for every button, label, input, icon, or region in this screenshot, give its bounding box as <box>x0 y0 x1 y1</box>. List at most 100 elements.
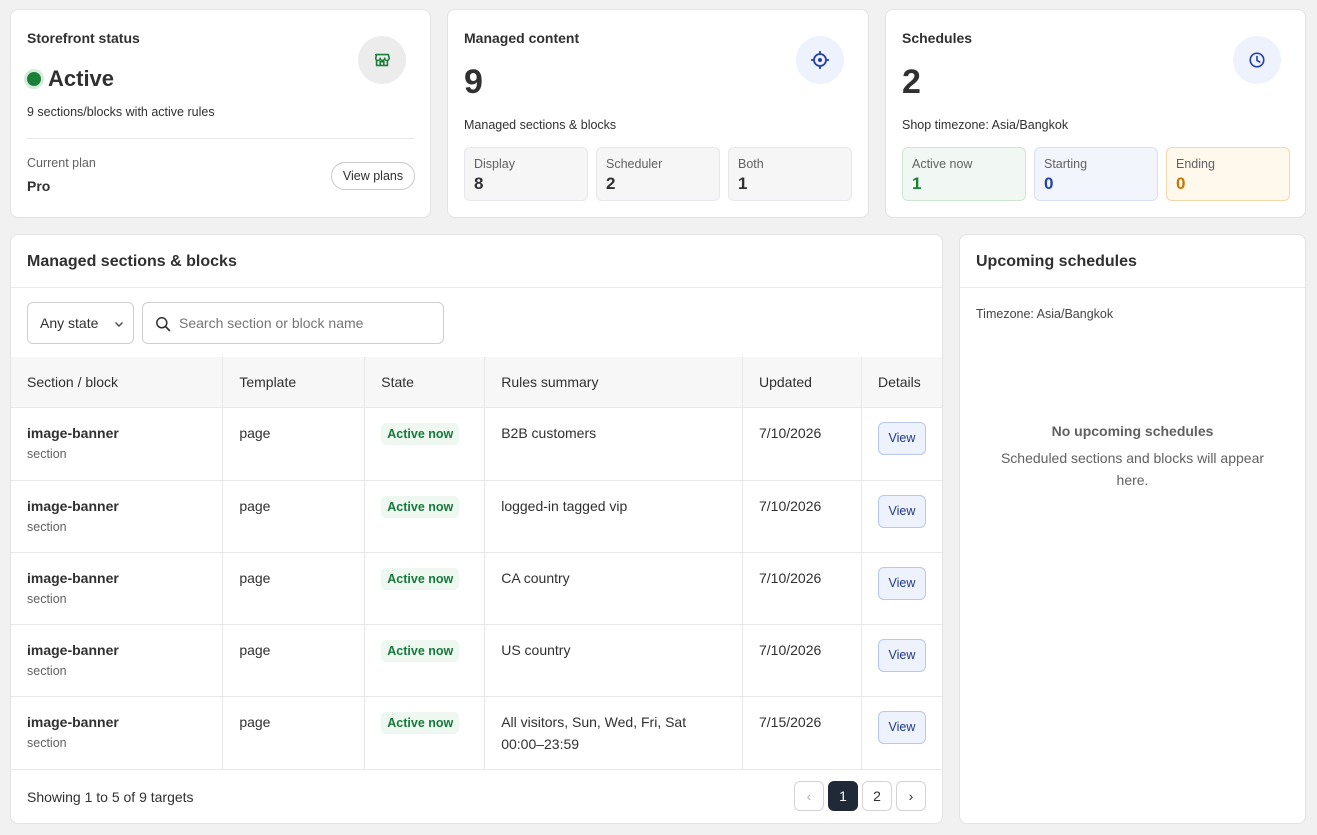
managed-subtitle: Managed sections & blocks <box>464 118 617 132</box>
search-field[interactable] <box>142 302 444 344</box>
plan-value: Pro <box>27 178 51 194</box>
state-filter-value: Any state <box>40 315 99 331</box>
stat-starting: Starting 0 <box>1034 147 1158 201</box>
table-row: image-banner section page Active now US c… <box>11 624 942 697</box>
stat-scheduler: Scheduler 2 <box>596 147 720 201</box>
cell-state: Active now <box>364 480 486 553</box>
status-badge: Active now <box>381 567 460 590</box>
cell-updated: 7/10/2026 <box>742 480 862 553</box>
view-button[interactable]: View <box>877 638 926 672</box>
section-kind: section <box>27 446 67 461</box>
search-input[interactable] <box>179 312 434 334</box>
stat-starting-label: Starting <box>1044 157 1088 171</box>
column-header[interactable]: Section / block <box>11 357 224 408</box>
stat-both-label: Both <box>738 157 764 171</box>
empty-state: No upcoming schedules Scheduled sections… <box>1000 423 1265 491</box>
view-button[interactable]: View <box>877 566 926 600</box>
cell-state: Active now <box>364 407 486 481</box>
clock-icon <box>1233 36 1281 84</box>
view-button[interactable]: View <box>877 710 926 744</box>
cell-section: image-banner section <box>11 480 224 553</box>
stat-display-value: 8 <box>474 174 484 193</box>
storefront-status-card: Storefront status Active 9 sections/bloc… <box>10 9 431 218</box>
cell-updated: 7/10/2026 <box>742 624 862 697</box>
store-icon <box>358 36 406 84</box>
column-header[interactable]: Updated <box>742 357 862 408</box>
cell-details: View <box>861 407 942 481</box>
plan-label: Current plan <box>27 156 96 170</box>
view-button[interactable]: View <box>877 494 926 528</box>
cell-rules: logged-in tagged vip <box>484 480 743 553</box>
upcoming-timezone: Timezone: Asia/Bangkok <box>976 307 1114 321</box>
stat-both: Both 1 <box>728 147 852 201</box>
view-button[interactable]: View <box>877 421 926 455</box>
stat-scheduler-label: Scheduler <box>606 157 663 171</box>
section-name: image-banner <box>27 713 119 730</box>
search-icon <box>156 317 171 332</box>
section-kind: section <box>27 663 67 678</box>
pagination-page-2[interactable]: 2 <box>862 781 892 811</box>
pagination-page-1[interactable]: 1 <box>828 781 858 811</box>
cell-updated: 7/10/2026 <box>742 407 862 481</box>
schedules-title: Schedules <box>902 30 973 46</box>
cell-rules: B2B customers <box>484 407 743 481</box>
cell-section: image-banner section <box>11 624 224 697</box>
cell-section: image-banner section <box>11 696 224 770</box>
column-header[interactable]: Details <box>861 357 942 408</box>
empty-state-description: Scheduled sections and blocks will appea… <box>1000 450 1265 488</box>
stat-display-label: Display <box>474 157 515 171</box>
cell-state: Active now <box>364 696 486 770</box>
section-name: image-banner <box>27 424 119 441</box>
pagination-prev-button[interactable]: ‹ <box>794 781 824 811</box>
stat-scheduler-value: 2 <box>606 174 616 193</box>
cell-state: Active now <box>364 552 486 625</box>
section-kind: section <box>27 519 67 534</box>
stat-display: Display 8 <box>464 147 588 201</box>
pagination-next-button[interactable]: › <box>896 781 926 811</box>
upcoming-schedules-title: Upcoming schedules <box>976 253 1137 270</box>
managed-sections-table: Section / block Template State Rules sum… <box>11 357 942 770</box>
stat-active-now-label: Active now <box>912 157 973 171</box>
stat-ending: Ending 0 <box>1166 147 1290 201</box>
column-header[interactable]: State <box>364 357 486 408</box>
table-row: image-banner section page Active now B2B … <box>11 407 942 481</box>
view-plans-button[interactable]: View plans <box>331 162 415 190</box>
column-header[interactable]: Template <box>222 357 366 408</box>
active-rules-description: 9 sections/blocks with active rules <box>27 105 215 119</box>
stat-ending-label: Ending <box>1176 157 1215 171</box>
card-header-divider <box>11 287 942 288</box>
stat-active-now: Active now 1 <box>902 147 1026 201</box>
managed-content-card: Managed content 9 Managed sections & blo… <box>447 9 869 218</box>
schedules-count: 2 <box>902 63 921 101</box>
cell-template: page <box>222 624 366 697</box>
managed-count: 9 <box>464 63 483 101</box>
state-filter-select[interactable]: Any state <box>27 302 134 344</box>
cell-details: View <box>861 480 942 553</box>
cell-details: View <box>861 696 942 770</box>
stat-ending-value: 0 <box>1176 174 1186 193</box>
cell-details: View <box>861 552 942 625</box>
schedules-card: Schedules 2 Shop timezone: Asia/Bangkok … <box>885 9 1306 218</box>
chevron-down-icon <box>115 322 123 327</box>
section-kind: section <box>27 591 67 606</box>
managed-sections-title: Managed sections & blocks <box>27 253 237 270</box>
shop-timezone: Shop timezone: Asia/Bangkok <box>902 118 1069 132</box>
section-name: image-banner <box>27 497 119 514</box>
cell-template: page <box>222 696 366 770</box>
cell-section: image-banner section <box>11 552 224 625</box>
status-indicator: Active <box>27 66 114 92</box>
table-row: image-banner section page Active now logg… <box>11 480 942 553</box>
target-icon <box>796 36 844 84</box>
table-header-row: Section / block Template State Rules sum… <box>11 357 942 408</box>
cell-updated: 7/15/2026 <box>742 696 862 770</box>
stat-active-now-value: 1 <box>912 174 922 193</box>
empty-state-title: No upcoming schedules <box>1051 423 1214 439</box>
cell-rules: US country <box>484 624 743 697</box>
section-name: image-banner <box>27 569 119 586</box>
cell-updated: 7/10/2026 <box>742 552 862 625</box>
status-badge: Active now <box>381 422 460 445</box>
cell-state: Active now <box>364 624 486 697</box>
stat-starting-value: 0 <box>1044 174 1054 193</box>
status-badge: Active now <box>381 639 460 662</box>
column-header[interactable]: Rules summary <box>484 357 743 408</box>
